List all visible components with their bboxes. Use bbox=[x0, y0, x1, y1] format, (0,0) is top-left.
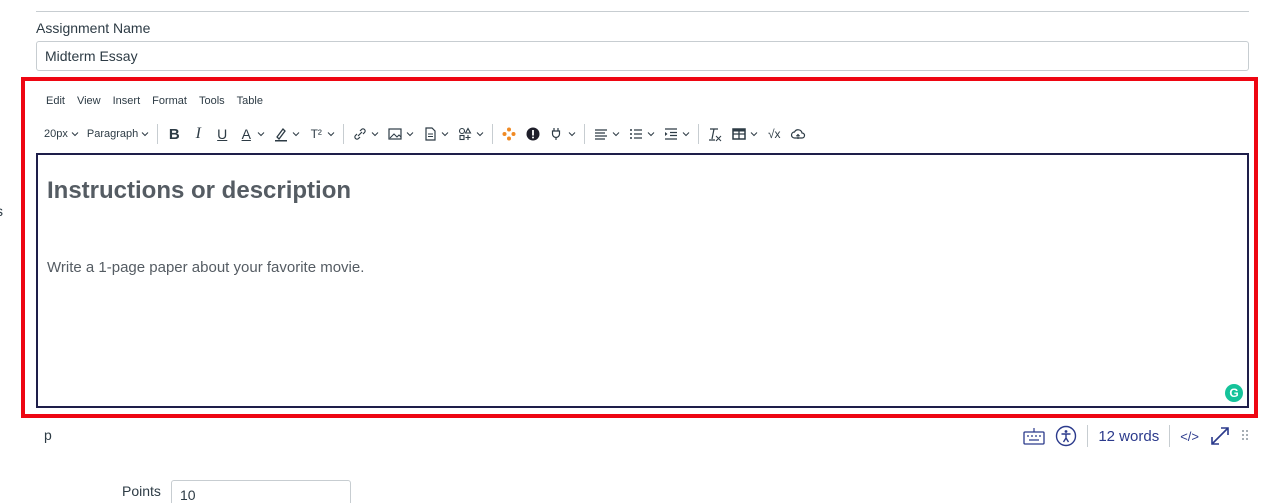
block-format-value: Paragraph bbox=[86, 128, 139, 140]
chevron-down-icon bbox=[750, 132, 758, 137]
clipped-sidebar-text: s bbox=[0, 203, 3, 219]
editor-menubar: Edit View Insert Format Tools Table bbox=[46, 95, 263, 107]
editor-toolbar: 20px Paragraph B I U A T² √x bbox=[40, 122, 810, 146]
cloud-icon bbox=[791, 129, 806, 139]
editor-statusbar: 12 words </> bbox=[1023, 424, 1249, 448]
keyboard-icon bbox=[1023, 428, 1045, 445]
menu-format[interactable]: Format bbox=[152, 95, 187, 107]
points-input[interactable] bbox=[171, 480, 351, 503]
fullscreen-button[interactable] bbox=[1209, 425, 1231, 447]
align-button[interactable] bbox=[589, 122, 624, 146]
apps-button[interactable] bbox=[497, 122, 521, 146]
equation-icon: √x bbox=[767, 127, 781, 141]
menu-tools[interactable]: Tools bbox=[199, 95, 225, 107]
html-editor-toggle[interactable]: </> bbox=[1180, 425, 1199, 447]
drag-handle-icon bbox=[1242, 430, 1248, 440]
highlight-color-button[interactable] bbox=[269, 122, 304, 146]
chevron-down-icon bbox=[568, 132, 576, 137]
statusbar-separator bbox=[1169, 425, 1171, 447]
toolbar-separator bbox=[584, 124, 586, 144]
chevron-down-icon bbox=[71, 132, 79, 137]
resize-handle[interactable] bbox=[1241, 425, 1249, 447]
table-icon bbox=[732, 128, 746, 140]
plug-icon bbox=[552, 128, 561, 140]
chevron-down-icon bbox=[257, 132, 265, 137]
align-left-icon bbox=[595, 129, 608, 140]
fullscreen-icon bbox=[1211, 427, 1229, 445]
apps-icon bbox=[502, 127, 516, 141]
media-button[interactable] bbox=[453, 122, 488, 146]
chevron-down-icon bbox=[647, 132, 655, 137]
toolbar-separator bbox=[492, 124, 494, 144]
assignment-name-label: Assignment Name bbox=[36, 20, 151, 36]
accessibility-button[interactable] bbox=[1055, 425, 1077, 447]
font-size-dropdown[interactable]: 20px bbox=[40, 122, 83, 146]
cloud-upload-button[interactable] bbox=[786, 122, 810, 146]
link-icon bbox=[354, 128, 366, 140]
chevron-down-icon bbox=[476, 132, 484, 137]
accessibility-icon bbox=[1056, 425, 1077, 447]
keyboard-shortcuts-button[interactable] bbox=[1023, 425, 1045, 447]
image-icon bbox=[388, 128, 402, 140]
toolbar-separator bbox=[157, 124, 159, 144]
underline-button[interactable]: U bbox=[210, 122, 234, 146]
rich-content-editor[interactable]: Instructions or description Write a 1-pa… bbox=[36, 153, 1249, 408]
editor-heading: Instructions or description bbox=[47, 177, 352, 204]
menu-edit[interactable]: Edit bbox=[46, 95, 65, 107]
bulleted-list-icon bbox=[630, 129, 643, 139]
image-button[interactable] bbox=[383, 122, 418, 146]
shapes-icon bbox=[459, 127, 472, 141]
chevron-down-icon bbox=[327, 132, 335, 137]
italic-icon: I bbox=[195, 125, 201, 142]
chevron-down-icon bbox=[682, 132, 690, 137]
document-button[interactable] bbox=[418, 122, 453, 146]
accessibility-checker-button[interactable] bbox=[521, 122, 545, 146]
clear-formatting-button[interactable] bbox=[703, 122, 727, 146]
link-button[interactable] bbox=[348, 122, 383, 146]
chevron-down-icon bbox=[406, 132, 414, 137]
chevron-down-icon bbox=[292, 132, 300, 137]
font-size-value: 20px bbox=[44, 128, 68, 140]
assignment-name-input[interactable] bbox=[36, 41, 1249, 71]
bold-icon: B bbox=[168, 125, 180, 143]
checker-icon bbox=[526, 127, 540, 141]
indent-icon bbox=[665, 128, 678, 140]
points-label: Points bbox=[122, 483, 161, 499]
chevron-down-icon bbox=[441, 132, 449, 137]
word-count[interactable]: 12 words bbox=[1098, 428, 1159, 445]
statusbar-separator bbox=[1087, 425, 1089, 447]
table-button[interactable] bbox=[727, 122, 762, 146]
text-color-icon: A bbox=[241, 126, 251, 142]
underline-icon: U bbox=[217, 126, 228, 142]
clear-formatting-icon bbox=[709, 128, 722, 142]
menu-view[interactable]: View bbox=[77, 95, 101, 107]
highlighter-icon bbox=[275, 128, 288, 142]
menu-table[interactable]: Table bbox=[237, 95, 263, 107]
toolbar-separator bbox=[698, 124, 700, 144]
document-icon bbox=[425, 127, 436, 141]
grammarly-icon[interactable]: G bbox=[1225, 384, 1243, 402]
editor-body-text: Write a 1-page paper about your favorite… bbox=[47, 259, 365, 276]
block-format-dropdown[interactable]: Paragraph bbox=[83, 122, 153, 146]
chevron-down-icon bbox=[141, 132, 149, 137]
plugin-button[interactable] bbox=[545, 122, 580, 146]
indent-button[interactable] bbox=[659, 122, 694, 146]
menu-insert[interactable]: Insert bbox=[113, 95, 141, 107]
text-color-button[interactable]: A bbox=[234, 122, 269, 146]
superscript-icon: T² bbox=[310, 127, 322, 141]
italic-button[interactable]: I bbox=[186, 122, 210, 146]
chevron-down-icon bbox=[612, 132, 620, 137]
equation-button[interactable]: √x bbox=[762, 122, 786, 146]
list-button[interactable] bbox=[624, 122, 659, 146]
chevron-down-icon bbox=[371, 132, 379, 137]
bold-button[interactable]: B bbox=[162, 122, 186, 146]
top-divider bbox=[36, 11, 1249, 12]
superscript-button[interactable]: T² bbox=[304, 122, 339, 146]
element-path[interactable]: p bbox=[44, 427, 52, 443]
toolbar-separator bbox=[343, 124, 345, 144]
